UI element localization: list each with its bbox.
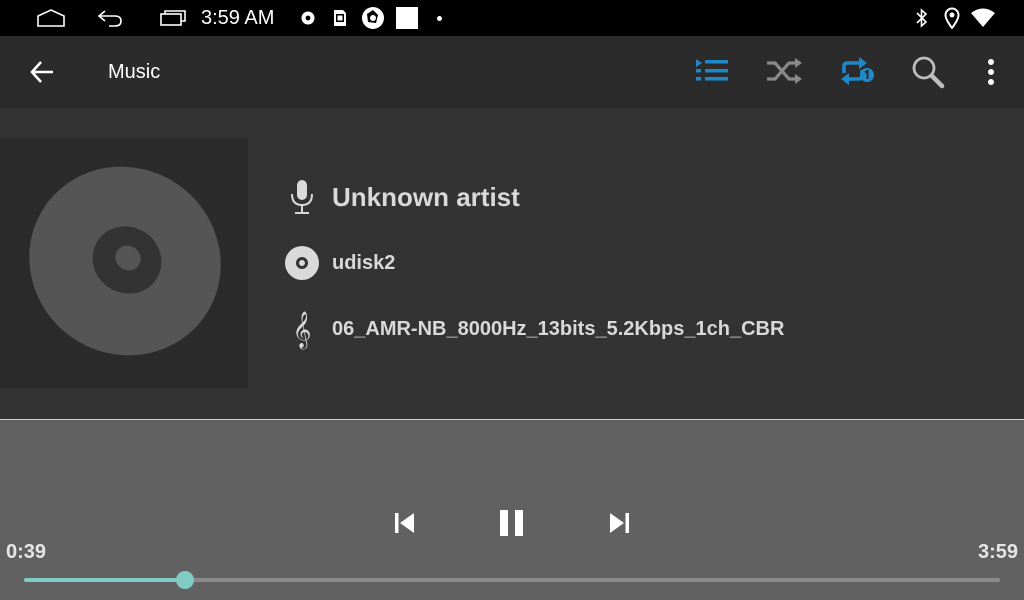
seek-bar[interactable] xyxy=(24,571,1000,589)
back-arrow-icon[interactable] xyxy=(14,36,70,108)
album-row: udisk2 xyxy=(284,245,395,281)
more-vert-icon[interactable] xyxy=(963,36,1019,108)
next-track-button[interactable] xyxy=(599,505,639,541)
elapsed-time: 0:39 xyxy=(6,541,47,563)
total-duration: 3:59 xyxy=(977,541,1018,563)
app-toolbar: Music xyxy=(0,36,1024,108)
album-art xyxy=(0,138,248,388)
wifi-icon xyxy=(968,0,998,36)
now-playing-panel: Unknown artist udisk2 𝄞 06_AMR-NB_8000Hz… xyxy=(0,108,1024,419)
home-outline-icon[interactable] xyxy=(34,0,68,36)
status-bar: 3:59 AM xyxy=(0,0,1024,36)
playlist-icon[interactable] xyxy=(684,36,740,108)
search-icon[interactable] xyxy=(900,36,956,108)
treble-clef-icon: 𝄞 xyxy=(292,310,312,348)
disc-icon xyxy=(284,245,320,281)
shutter-icon xyxy=(360,0,386,36)
pause-button[interactable] xyxy=(492,505,532,541)
recents-icon[interactable] xyxy=(156,0,188,36)
seek-bar-thumb[interactable] xyxy=(176,571,195,589)
seek-bar-progress xyxy=(24,578,186,582)
back-arrow-icon[interactable] xyxy=(94,0,126,36)
previous-track-button[interactable] xyxy=(385,505,425,541)
location-icon xyxy=(940,0,964,36)
sd-card-icon xyxy=(330,0,350,36)
page-title: Music xyxy=(108,61,161,83)
bluetooth-icon xyxy=(910,0,934,36)
player-controls: 0:39 3:59 xyxy=(0,420,1024,600)
artist-name: Unknown artist xyxy=(332,181,520,212)
dot-icon xyxy=(432,0,446,36)
artist-row: Unknown artist xyxy=(284,179,520,215)
disc-icon xyxy=(298,0,318,36)
white-square-icon xyxy=(395,0,419,36)
title-row: 𝄞 06_AMR-NB_8000Hz_13bits_5.2Kbps_1ch_CB… xyxy=(284,310,785,348)
album-name: udisk2 xyxy=(332,251,396,274)
repeat-one-icon[interactable] xyxy=(828,36,884,108)
microphone-icon xyxy=(284,179,320,215)
shuffle-icon[interactable] xyxy=(756,36,812,108)
status-time: 3:59 AM xyxy=(201,7,275,29)
track-title: 06_AMR-NB_8000Hz_13bits_5.2Kbps_1ch_CBR xyxy=(332,317,785,340)
